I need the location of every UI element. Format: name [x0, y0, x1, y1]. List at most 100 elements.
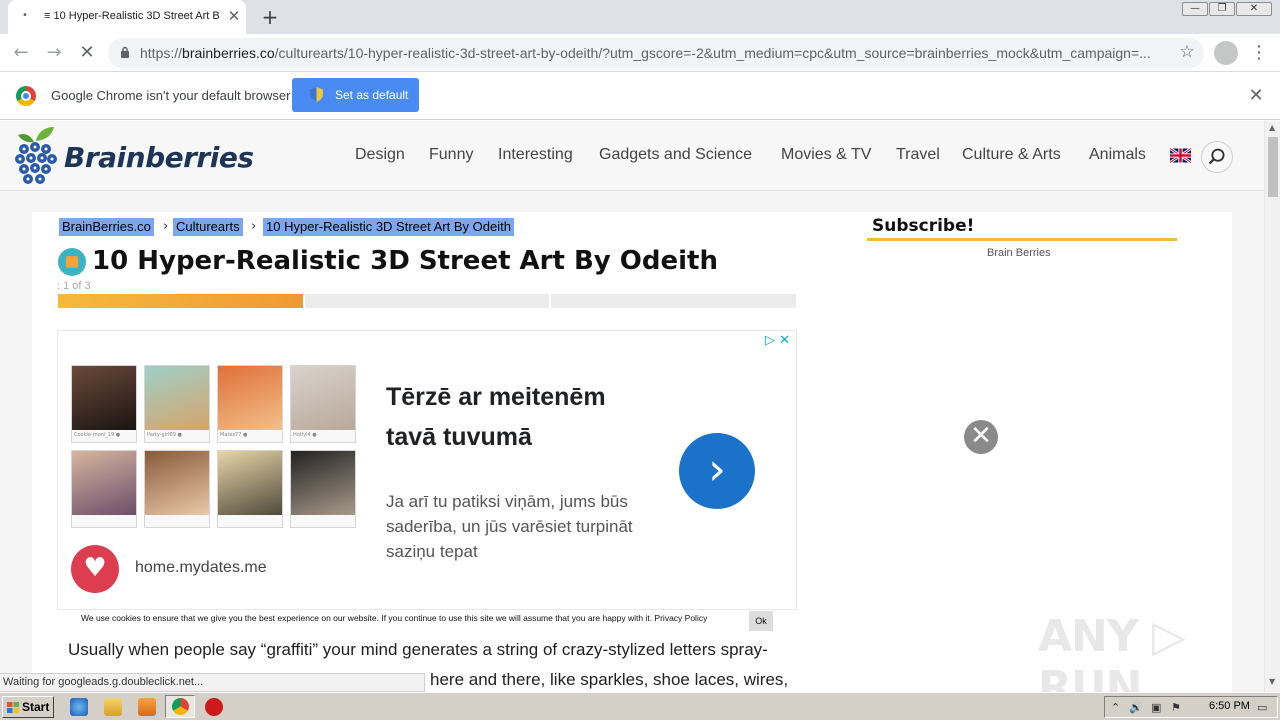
antivirus-icon[interactable] [205, 698, 223, 716]
new-tab-button[interactable]: + [258, 5, 282, 29]
breadcrumb-culturearts[interactable]: Culturearts [173, 218, 243, 236]
nav-travel[interactable]: Travel [896, 146, 940, 164]
nav-gadgets-and-science[interactable]: Gadgets and Science [599, 146, 752, 164]
progress-segment [58, 294, 303, 308]
status-bar: Waiting for googleads.g.doubleclick.net.… [0, 673, 425, 692]
scroll-down-icon[interactable]: ▼ [1269, 677, 1275, 686]
folder-icon[interactable] [104, 698, 122, 716]
window-close-button[interactable]: ✕ [1236, 2, 1272, 16]
action-center-icon[interactable]: ⚑ [1171, 701, 1181, 714]
breadcrumb-home[interactable]: BrainBerries.co [59, 218, 154, 236]
nav-design[interactable]: Design [355, 146, 405, 164]
show-desktop-icon[interactable]: ▭ [1257, 701, 1267, 714]
ad-headline[interactable]: Tērzē ar meitenēm tavā tuvumā [386, 377, 656, 457]
tab-title: ≡ 10 Hyper-Realistic 3D Street Art By Od… [44, 10, 220, 22]
url-path: /culturearts/10-hyper-realistic-3d-stree… [274, 45, 1150, 61]
loading-icon: • [22, 10, 28, 21]
close-icon: ✕ [970, 421, 992, 451]
page-scrollbar[interactable]: ▲ ▼ [1264, 121, 1280, 692]
ad-photo[interactable]: Cookie-moni_19 ● [71, 365, 137, 443]
subscribe-heading: Subscribe! [872, 216, 975, 236]
browser-menu-icon[interactable]: ⋮ [1250, 41, 1268, 65]
minimize-button[interactable]: — [1182, 2, 1208, 16]
browser-toolbar: ← → ✕ https://brainberries.co/cultureart… [0, 34, 1280, 72]
breadcrumb-separator: › [163, 219, 169, 234]
anyrun-watermark: ANY ▷ RUN [1038, 611, 1186, 692]
breadcrumb-current: 10 Hyper-Realistic 3D Street Art By Odei… [263, 218, 514, 236]
ad-photo[interactable]: Party-girl69 ● [144, 365, 210, 443]
browser-tab[interactable]: • ≡ 10 Hyper-Realistic 3D Street Art By … [8, 0, 246, 34]
tab-strip: • ≡ 10 Hyper-Realistic 3D Street Art By … [0, 0, 1280, 34]
lock-icon [121, 46, 129, 58]
page-counter: : 1 of 3 [57, 280, 91, 292]
widget-close-button[interactable]: ✕ [964, 420, 998, 454]
url-scheme: https:// [140, 45, 183, 61]
ad-photo[interactable] [144, 450, 210, 528]
brainberries-logo-icon[interactable] [14, 125, 60, 187]
search-icon [1208, 148, 1225, 165]
scrollbar-thumb[interactable] [1268, 137, 1278, 197]
clock[interactable]: 6:50 PM [1209, 700, 1250, 712]
infobar-close-icon[interactable]: ✕ [1246, 86, 1266, 106]
subscribe-divider [867, 238, 1177, 241]
back-button[interactable]: ← [9, 41, 33, 65]
start-button[interactable]: Start [2, 696, 54, 718]
ie-icon[interactable] [70, 698, 88, 716]
set-as-default-button[interactable]: Set as default [292, 78, 419, 112]
ad-photo[interactable] [217, 450, 283, 528]
nav-animals[interactable]: Animals [1089, 146, 1146, 164]
restore-button[interactable]: ❐ [1209, 2, 1235, 16]
ad-next-button[interactable]: › [679, 433, 755, 509]
forward-button[interactable]: → [42, 41, 66, 65]
ad-photo[interactable] [290, 450, 356, 528]
nav-interesting[interactable]: Interesting [498, 146, 573, 164]
page-title: 10 Hyper-Realistic 3D Street Art By Odei… [92, 246, 718, 276]
page-viewport: Brainberries Design Funny Interesting Ga… [0, 121, 1264, 692]
ad-photo[interactable] [71, 450, 137, 528]
site-search-button[interactable] [1201, 141, 1233, 173]
address-bar[interactable]: https://brainberries.co/culturearts/10-h… [108, 38, 1204, 68]
ad-photo[interactable]: Hotlyl4 ● [290, 365, 356, 443]
article-paragraph: here and there, like sparkles, shoe lace… [430, 670, 789, 689]
site-logo-text[interactable]: Brainberries [64, 141, 254, 174]
chrome-icon [172, 698, 189, 715]
volume-icon[interactable]: 🔊 [1129, 701, 1143, 714]
profile-avatar[interactable] [1214, 41, 1238, 65]
tray-expand-icon[interactable]: ⌃ [1111, 701, 1120, 714]
tab-close-icon[interactable]: ✕ [226, 8, 242, 24]
cookie-notice: We use cookies to ensure that we give yo… [81, 613, 708, 623]
windows-logo-icon [7, 702, 19, 713]
windows-taskbar: Start ⌃ 🔊 ▣ ⚑ 6:50 PM ▭ [0, 692, 1280, 720]
cookie-ok-button[interactable]: Ok [749, 611, 773, 631]
network-icon[interactable]: ▣ [1151, 701, 1161, 714]
nav-culture-arts[interactable]: Culture & Arts [962, 146, 1061, 164]
scroll-up-icon[interactable]: ▲ [1269, 123, 1275, 132]
uk-flag-icon[interactable] [1170, 148, 1191, 163]
chevron-right-icon: › [708, 444, 726, 495]
site-header: Brainberries Design Funny Interesting Ga… [0, 121, 1264, 191]
breadcrumb-separator: › [251, 219, 257, 234]
nav-funny[interactable]: Funny [429, 146, 473, 164]
bookmark-star-icon[interactable]: ☆ [1176, 41, 1198, 63]
uac-shield-icon [310, 87, 323, 102]
taskbar-chrome-button[interactable] [165, 695, 195, 718]
url-text: https://brainberries.co/culturearts/10-h… [140, 45, 1150, 61]
ad-photo[interactable]: Mates77 ● [217, 365, 283, 443]
infobar-message: Google Chrome isn't your default browser [51, 88, 291, 103]
heart-logo-icon [71, 545, 119, 593]
ad-domain[interactable]: home.mydates.me [135, 559, 267, 577]
article-paragraph: Usually when people say “graffiti” your … [68, 640, 768, 659]
start-label: Start [22, 700, 50, 714]
stop-loading-button[interactable]: ✕ [75, 41, 99, 65]
media-player-icon[interactable] [138, 698, 156, 716]
chrome-logo-icon [16, 86, 36, 106]
system-tray: ⌃ 🔊 ▣ ⚑ 6:50 PM ▭ [1104, 696, 1278, 718]
progress-segment [305, 294, 549, 308]
advertisement[interactable]: ▷ ✕ Cookie-moni_19 ● Party-girl69 ● Mate… [57, 330, 797, 610]
ad-choices-icon[interactable]: ▷ ✕ [765, 333, 790, 348]
nav-movies-tv[interactable]: Movies & TV [781, 146, 871, 164]
set-as-default-label: Set as default [335, 88, 409, 102]
url-host: brainberries.co [182, 45, 275, 61]
progress-fill [58, 294, 303, 308]
subscribe-name: Brain Berries [987, 247, 1051, 259]
